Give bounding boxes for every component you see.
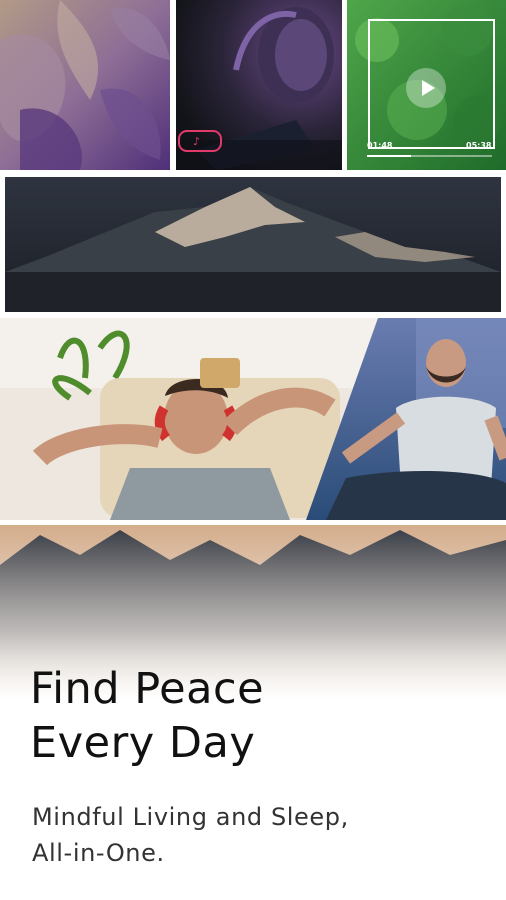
subheadline: Mindful Living and Sleep, All-in-One. [32,799,492,871]
video-total-time: 05:38 [466,141,492,150]
music-note-icon: ♪ [178,130,222,152]
video-player-tile[interactable]: 01:48 05:38 [347,0,506,170]
video-elapsed-time: 01:48 [367,141,393,150]
subheadline-line-2: All-in-One. [32,839,165,867]
play-icon [422,80,435,96]
subheadline-line-1: Mindful Living and Sleep, [32,803,349,831]
video-progress-fill [367,155,411,157]
mountain-photo-tile [5,177,501,312]
headline: Find Peace Every Day [30,662,490,770]
headline-line-2: Every Day [30,718,256,768]
play-button[interactable] [406,68,446,108]
svg-text:♪: ♪ [193,135,200,148]
leaves-photo-tile [0,0,170,170]
video-progress-bar[interactable] [367,155,492,157]
headline-line-1: Find Peace [30,664,265,714]
headphones-photo-tile: ♪ [176,0,342,170]
